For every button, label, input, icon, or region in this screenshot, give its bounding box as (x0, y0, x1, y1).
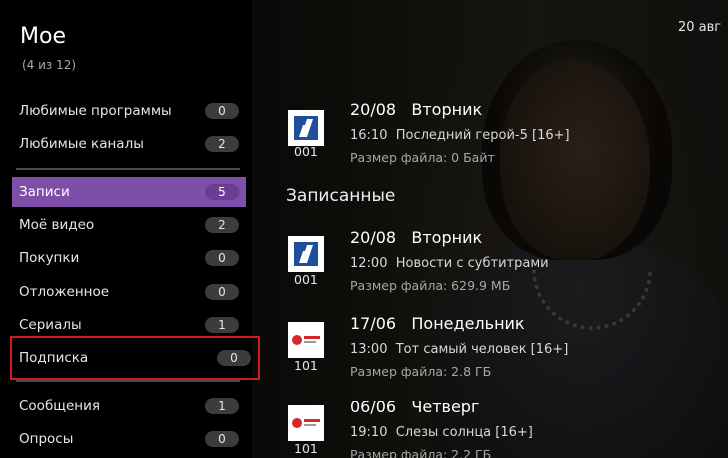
sidebar-item-subscription[interactable]: Подписка 0 (10, 336, 260, 380)
sidebar-item-recordings[interactable]: Записи 5 (12, 177, 246, 207)
count-badge: 0 (205, 284, 239, 300)
count-badge: 0 (205, 250, 239, 266)
count-badge: 5 (205, 184, 239, 200)
sidebar: Мое (4 из 12) Любимые программы 0 Любимы… (0, 0, 260, 458)
recording-date: 20/08 Вторник (350, 228, 483, 247)
recording-item[interactable]: 101 17/06 Понедельник 13:00 Тот самый че… (288, 314, 708, 388)
recording-program: 16:10 Последний герой-5 [16+] (350, 128, 570, 143)
recording-date: 17/06 Понедельник (350, 314, 525, 333)
sidebar-item-label: Сообщения (19, 398, 101, 414)
sidebar-item-messages[interactable]: Сообщения 1 (12, 391, 246, 421)
channel-number: 101 (294, 358, 318, 373)
recording-item[interactable]: 001 20/08 Вторник 12:00 Новости с субтит… (288, 228, 708, 302)
sidebar-item-label: Опросы (19, 431, 74, 447)
divider (16, 168, 240, 170)
section-recorded-title: Записанные (286, 186, 396, 206)
sidebar-subtitle: (4 из 12) (22, 58, 77, 72)
count-badge: 1 (205, 317, 239, 333)
recording-program: 12:00 Новости с субтитрами (350, 256, 549, 271)
sidebar-item-favorite-channels[interactable]: Любимые каналы 2 (12, 129, 246, 159)
recording-program: 13:00 Тот самый человек [16+] (350, 342, 569, 357)
sidebar-item-polls[interactable]: Опросы 0 (12, 424, 246, 454)
sidebar-item-label: Любимые каналы (19, 136, 144, 152)
count-badge: 0 (205, 103, 239, 119)
channel-number: 001 (294, 272, 318, 287)
sidebar-title: Мое (20, 24, 66, 49)
recording-date: 06/06 Четверг (350, 401, 480, 416)
count-badge: 1 (205, 398, 239, 414)
video-background (252, 0, 728, 458)
sidebar-item-label: Покупки (19, 250, 80, 266)
recording-program: 19:10 Слезы солнца [16+] (350, 425, 533, 440)
recording-item[interactable]: 101 06/06 Четверг 19:10 Слезы солнца [16… (288, 401, 708, 458)
count-badge: 0 (205, 431, 239, 447)
sidebar-item-favorite-programs[interactable]: Любимые программы 0 (12, 96, 246, 126)
channel-number: 001 (294, 144, 318, 159)
sidebar-item-series[interactable]: Сериалы 1 (12, 310, 246, 340)
sidebar-item-label: Записи (19, 184, 70, 200)
channel-number: 101 (294, 441, 318, 456)
file-size: Размер файла: 2.2 ГБ (350, 447, 492, 458)
channel-one-logo (288, 236, 324, 272)
sidebar-item-postponed[interactable]: Отложенное 0 (12, 277, 246, 307)
sidebar-item-label: Подписка (19, 350, 89, 366)
count-badge: 0 (217, 350, 251, 366)
recording-date: 20/08 Вторник (350, 100, 483, 119)
sidebar-item-label: Моё видео (19, 217, 95, 233)
channel-one-logo (288, 110, 324, 146)
count-badge: 2 (205, 136, 239, 152)
file-size: Размер файла: 0 Байт (350, 150, 495, 165)
sidebar-item-purchases[interactable]: Покупки 0 (12, 243, 246, 273)
sidebar-item-my-video[interactable]: Моё видео 2 (12, 210, 246, 240)
sidebar-item-label: Любимые программы (19, 103, 172, 119)
file-size: Размер файла: 2.8 ГБ (350, 364, 492, 379)
count-badge: 2 (205, 217, 239, 233)
divider (16, 380, 240, 382)
file-size: Размер файла: 629.9 МБ (350, 278, 511, 293)
recording-item[interactable]: 001 20/08 Вторник 16:10 Последний герой-… (288, 100, 708, 174)
channel-101-logo (288, 322, 324, 358)
current-date: 20 авг (678, 20, 722, 35)
sidebar-item-label: Сериалы (19, 317, 82, 333)
sidebar-item-label: Отложенное (19, 284, 110, 300)
channel-101-logo (288, 405, 324, 441)
